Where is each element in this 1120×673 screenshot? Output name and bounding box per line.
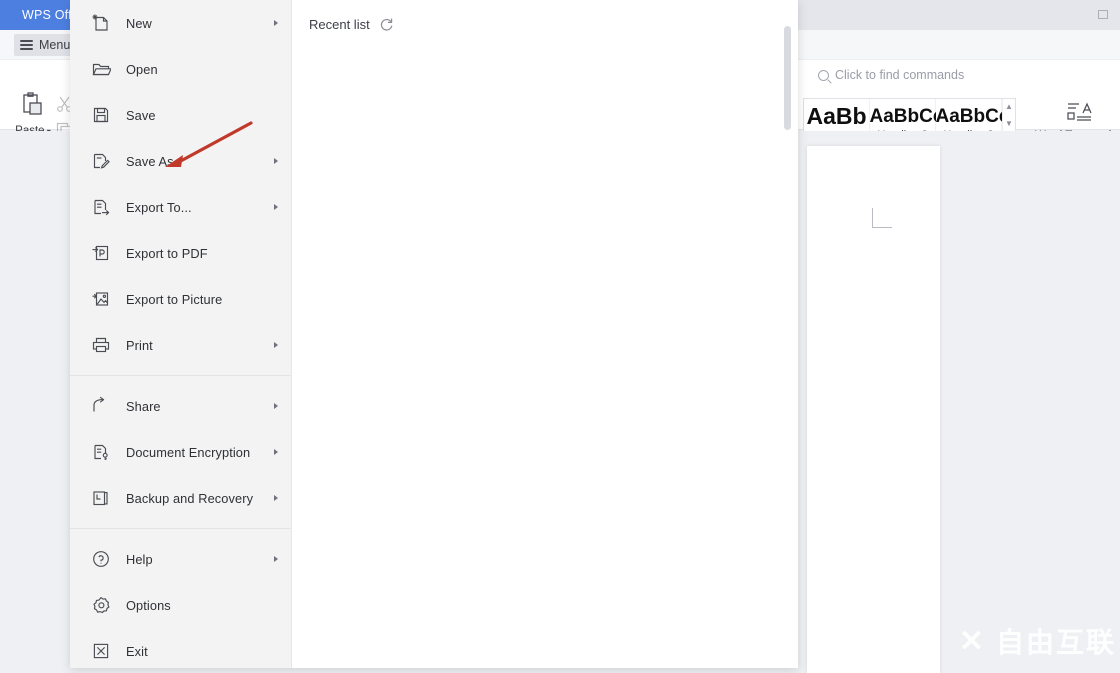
restore-window-icon[interactable] bbox=[1092, 4, 1114, 24]
refresh-icon[interactable] bbox=[379, 17, 394, 32]
document-page[interactable] bbox=[807, 146, 940, 673]
clipboard-icon bbox=[20, 92, 46, 123]
menu-item-label: Export to Picture bbox=[126, 291, 223, 307]
menu-item-options[interactable]: Options bbox=[70, 582, 291, 628]
command-search[interactable]: Click to find commands bbox=[818, 68, 964, 82]
menu-item-label: Export to PDF bbox=[126, 245, 208, 261]
gear-icon bbox=[90, 594, 112, 616]
menu-item-backup-and-recovery[interactable]: Backup and Recovery bbox=[70, 475, 291, 521]
backstage-menu-pane: New Open Save Save As Export To... Expor… bbox=[70, 0, 292, 668]
menu-item-open[interactable]: Open bbox=[70, 46, 291, 92]
menu-item-help[interactable]: Help bbox=[70, 536, 291, 582]
flyout-scrollbar[interactable] bbox=[784, 26, 791, 130]
search-placeholder: Click to find commands bbox=[835, 68, 965, 82]
menu-item-label: Backup and Recovery bbox=[126, 490, 254, 506]
exit-x-icon bbox=[90, 640, 112, 662]
menu-item-label: New bbox=[126, 15, 152, 31]
page-margin-marker bbox=[872, 208, 892, 228]
export-to-icon bbox=[90, 196, 112, 218]
menu-item-export-to[interactable]: Export To... bbox=[70, 184, 291, 230]
watermark-text: 自由互联 bbox=[995, 627, 1116, 658]
menu-divider bbox=[70, 528, 291, 529]
help-circle-icon bbox=[90, 548, 112, 570]
backstage-menu-list: New Open Save Save As Export To... Expor… bbox=[70, 0, 291, 668]
menu-item-label: Options bbox=[126, 597, 171, 613]
export-pdf-icon bbox=[90, 242, 112, 264]
menu-item-save-as[interactable]: Save As bbox=[70, 138, 291, 184]
menu-item-exit[interactable]: Exit bbox=[70, 628, 291, 668]
search-icon bbox=[818, 69, 829, 81]
chevron-right-icon bbox=[274, 495, 278, 501]
new-document-icon bbox=[90, 12, 112, 34]
watermark-logo-icon: ✕ bbox=[958, 624, 986, 658]
backstage-flyout: Recent list New Open Save Save As Export… bbox=[70, 0, 798, 668]
menu-item-label: Print bbox=[126, 337, 153, 353]
chevron-right-icon bbox=[274, 204, 278, 210]
app-title: WPS Offi bbox=[22, 8, 75, 22]
menu-button-label: Menu bbox=[39, 38, 71, 52]
menu-item-label: Document Encryption bbox=[126, 444, 251, 460]
menu-item-label: Export To... bbox=[126, 199, 192, 215]
menu-item-export-to-picture[interactable]: Export to Picture bbox=[70, 276, 291, 322]
hamburger-icon bbox=[20, 40, 33, 50]
wps-writer-window: WPS Offi Menu Click to find commands AaB… bbox=[0, 0, 1120, 673]
menu-item-label: Save As bbox=[126, 153, 174, 169]
save-floppy-icon bbox=[90, 104, 112, 126]
menu-item-label: Help bbox=[126, 551, 153, 567]
backup-recovery-icon bbox=[90, 487, 112, 509]
document-encryption-icon bbox=[90, 441, 112, 463]
style-preview: AaBb bbox=[806, 105, 867, 128]
menu-item-label: Exit bbox=[126, 643, 148, 659]
caret-up-icon[interactable]: ▲ bbox=[1005, 103, 1013, 111]
share-arrow-icon bbox=[90, 395, 112, 417]
menu-item-label: Open bbox=[126, 61, 158, 77]
chevron-right-icon bbox=[274, 556, 278, 562]
save-as-pencil-icon bbox=[90, 150, 112, 172]
chevron-right-icon bbox=[274, 403, 278, 409]
menu-divider bbox=[70, 375, 291, 376]
menu-item-label: Save bbox=[126, 107, 156, 123]
printer-icon bbox=[90, 334, 112, 356]
window-controls bbox=[1092, 4, 1114, 24]
style-preview: AaBbCс bbox=[935, 107, 1002, 126]
recent-list-header: Recent list bbox=[309, 17, 394, 32]
chevron-right-icon bbox=[274, 342, 278, 348]
recent-list-label: Recent list bbox=[309, 17, 370, 32]
menu-item-save[interactable]: Save bbox=[70, 92, 291, 138]
export-picture-icon bbox=[90, 288, 112, 310]
open-folder-icon bbox=[90, 58, 112, 80]
caret-down-icon[interactable]: ▼ bbox=[1005, 119, 1013, 128]
chevron-right-icon bbox=[274, 449, 278, 455]
chevron-right-icon bbox=[274, 158, 278, 164]
menu-item-new[interactable]: New bbox=[70, 0, 291, 46]
backstage-recent-pane: Recent list bbox=[292, 0, 798, 668]
word-typesetting-icon bbox=[1066, 102, 1094, 127]
watermark: ✕ 自由互联 bbox=[959, 621, 1116, 661]
menu-item-export-to-pdf[interactable]: Export to PDF bbox=[70, 230, 291, 276]
menu-item-share[interactable]: Share bbox=[70, 383, 291, 429]
menu-item-label: Share bbox=[126, 398, 161, 414]
menu-item-document-encryption[interactable]: Document Encryption bbox=[70, 429, 291, 475]
style-preview: AaBbCс bbox=[869, 107, 936, 126]
menu-item-print[interactable]: Print bbox=[70, 322, 291, 368]
chevron-right-icon bbox=[274, 20, 278, 26]
